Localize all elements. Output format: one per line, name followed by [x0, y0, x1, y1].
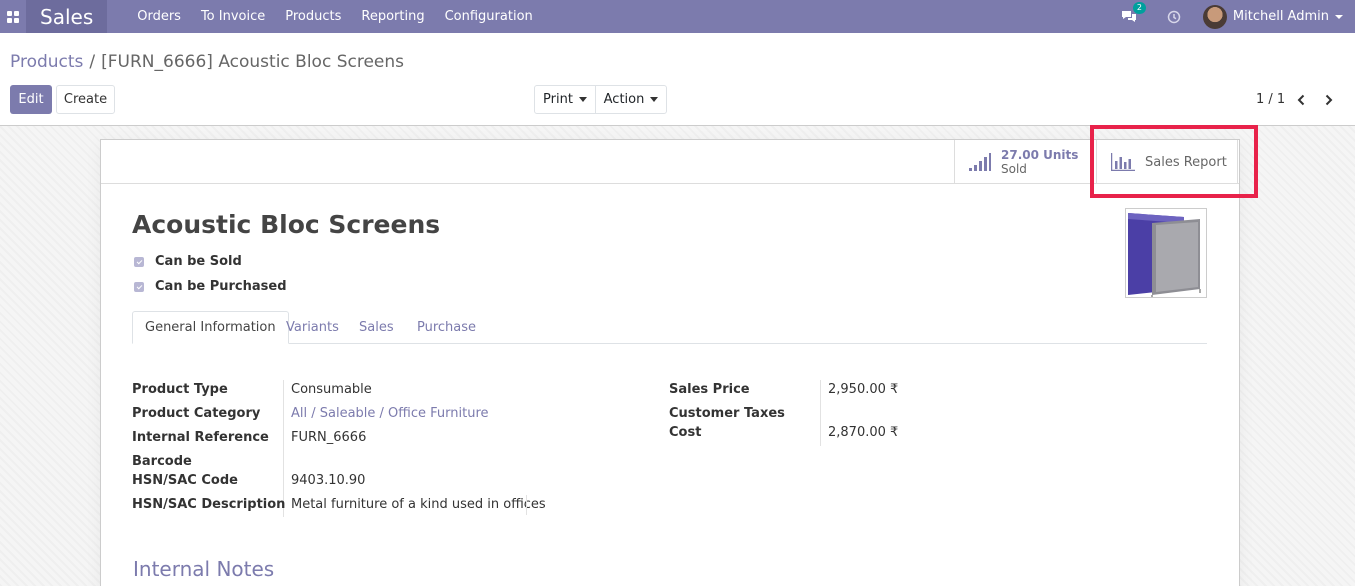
field-separator-desc: [526, 495, 527, 515]
user-caret-icon[interactable]: [1335, 14, 1343, 19]
chat-count-badge: 2: [1132, 1, 1146, 14]
breadcrumb-current: [FURN_6666] Acoustic Bloc Screens: [101, 52, 405, 72]
app-brand[interactable]: Sales: [26, 0, 108, 33]
hsn-description-value: Metal furniture of a kind used in office…: [291, 497, 546, 512]
tab-sales[interactable]: Sales: [359, 311, 394, 344]
can-be-purchased-label: Can be Purchased: [155, 279, 287, 294]
units-sold-button[interactable]: 27.00 Units Sold: [954, 140, 1092, 184]
user-menu[interactable]: Mitchell Admin: [1233, 9, 1329, 24]
breadcrumb: Products / [FURN_6666] Acoustic Bloc Scr…: [10, 52, 404, 72]
action-dropdown[interactable]: Action: [595, 85, 667, 114]
hsn-code-label: HSN/SAC Code: [132, 473, 238, 488]
menu-reporting[interactable]: Reporting: [361, 9, 424, 24]
breadcrumb-separator: /: [89, 52, 96, 72]
sales-price-label: Sales Price: [669, 382, 750, 397]
messaging-icon[interactable]: 2: [1121, 1, 1146, 24]
hsn-description-label: HSN/SAC Description: [132, 497, 286, 512]
internal-notes-title: Internal Notes: [133, 557, 275, 581]
print-label: Print: [543, 92, 573, 107]
barcode-label: Barcode: [132, 454, 192, 469]
customer-taxes-label: Customer Taxes: [669, 406, 785, 421]
tab-purchase[interactable]: Purchase: [417, 311, 476, 344]
product-category-label: Product Category: [132, 406, 261, 421]
top-navbar: Sales Orders To Invoice Products Reporti…: [0, 0, 1355, 33]
units-sold-label: Sold: [1001, 162, 1027, 176]
create-button[interactable]: Create: [56, 85, 115, 114]
menu-products[interactable]: Products: [285, 9, 341, 24]
pager-previous-icon[interactable]: [1295, 92, 1307, 108]
menu-orders[interactable]: Orders: [137, 9, 181, 24]
cost-value: 2,870.00 ₹: [828, 425, 899, 440]
activity-clock-icon[interactable]: [1167, 10, 1181, 24]
product-name: Acoustic Bloc Screens: [132, 210, 441, 239]
field-separator-right: [820, 380, 821, 446]
product-type-value: Consumable: [291, 382, 372, 397]
signal-bars-icon: [969, 153, 991, 171]
action-label: Action: [603, 92, 645, 107]
internal-reference-value: FURN_6666: [291, 430, 367, 445]
sales-price-value: 2,950.00 ₹: [828, 382, 899, 397]
product-type-label: Product Type: [132, 382, 228, 397]
action-caret-icon: [650, 97, 659, 102]
annotation-highlight-box: [1090, 125, 1258, 198]
can-be-purchased-row: Can be Purchased: [134, 279, 287, 294]
cost-label: Cost: [669, 425, 702, 440]
hsn-code-value: 9403.10.90: [291, 473, 366, 488]
product-category-link[interactable]: All / Saleable / Office Furniture: [291, 406, 489, 421]
menu-configuration[interactable]: Configuration: [445, 9, 533, 24]
smart-button-box: 27.00 Units Sold Sales Report: [101, 140, 1239, 184]
tab-variants[interactable]: Variants: [286, 311, 339, 344]
print-dropdown[interactable]: Print: [534, 85, 596, 114]
user-avatar[interactable]: [1202, 4, 1227, 29]
pager-next-icon[interactable]: [1323, 92, 1335, 108]
pager-value[interactable]: 1 / 1: [1256, 92, 1285, 107]
can-be-sold-row: Can be Sold: [134, 254, 242, 269]
can-be-sold-label: Can be Sold: [155, 254, 242, 269]
can-be-purchased-checkbox[interactable]: [134, 281, 144, 292]
print-caret-icon: [578, 97, 587, 102]
form-sheet: 27.00 Units Sold Sales Report: [100, 139, 1240, 586]
breadcrumb-products[interactable]: Products: [10, 52, 83, 72]
product-image[interactable]: [1125, 208, 1207, 298]
menu-to-invoice[interactable]: To Invoice: [201, 9, 265, 24]
edit-button[interactable]: Edit: [10, 85, 52, 114]
internal-reference-label: Internal Reference: [132, 430, 269, 445]
can-be-sold-checkbox[interactable]: [134, 256, 144, 267]
units-sold-value: 27.00 Units: [1001, 148, 1079, 162]
notebook-tabs: General Information Variants Sales Purch…: [132, 311, 1207, 344]
tab-general-information[interactable]: General Information: [132, 311, 289, 344]
apps-menu-icon[interactable]: [0, 0, 26, 33]
